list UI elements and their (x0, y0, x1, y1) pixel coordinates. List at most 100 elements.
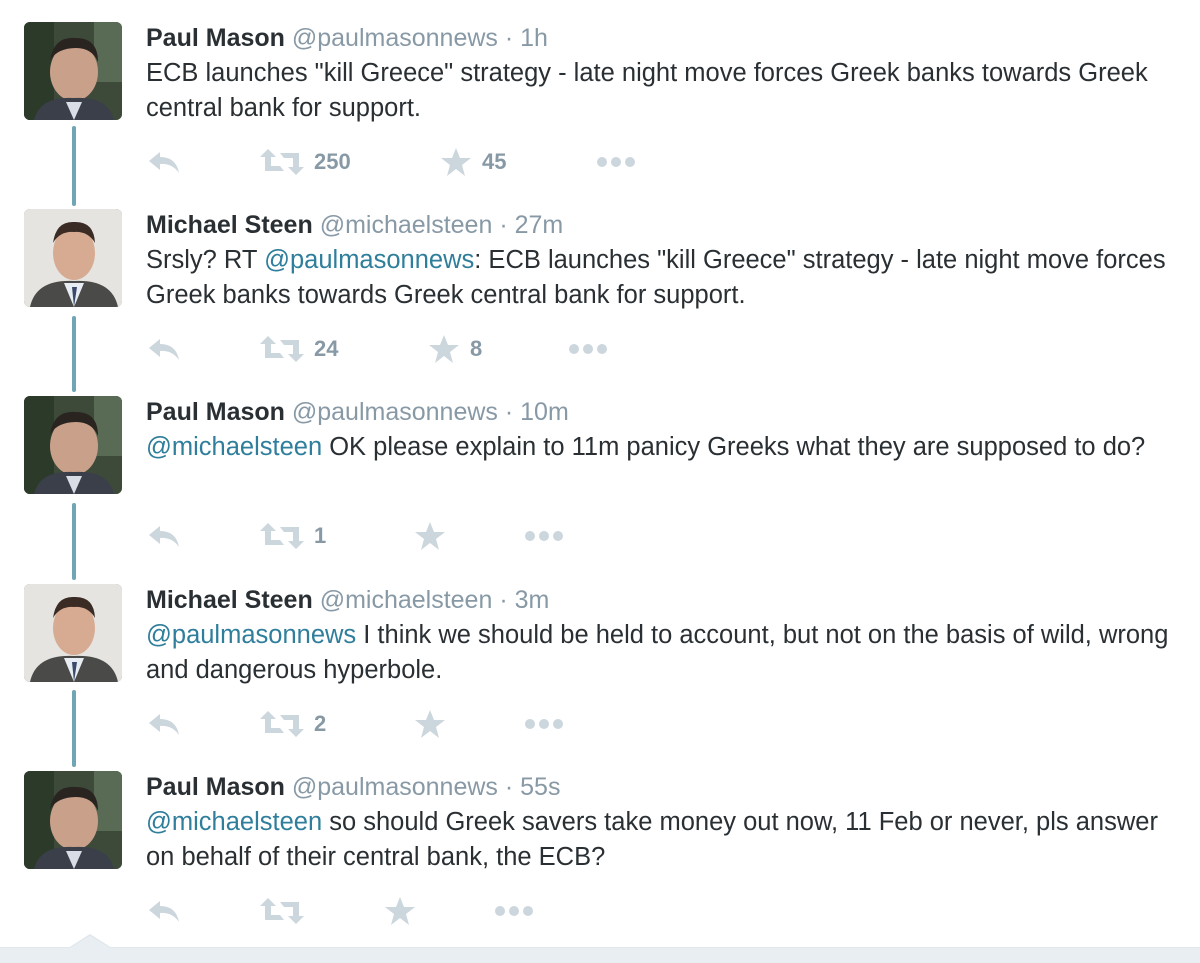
tweet-header: Michael Steen @michaelsteen · 27m (146, 209, 563, 241)
more-button[interactable] (524, 516, 564, 556)
tweet-actions: 24 8 (146, 329, 706, 369)
mention-link[interactable]: @paulmasonnews (146, 621, 356, 649)
reply-icon (146, 522, 182, 550)
star-icon (414, 521, 446, 551)
retweet-icon (260, 896, 304, 926)
author-handle[interactable]: @michaelsteen (320, 211, 493, 239)
separator-dot: · (504, 24, 514, 52)
timestamp[interactable]: 27m (515, 211, 564, 239)
author-handle[interactable]: @paulmasonnews (292, 24, 498, 52)
thread-connector-line (72, 503, 76, 580)
timestamp[interactable]: 1h (520, 24, 548, 52)
avatar[interactable] (24, 209, 122, 307)
tweet-prefix: Srsly? RT (146, 246, 265, 274)
avatar[interactable] (24, 396, 122, 494)
more-dots-icon (524, 718, 564, 730)
tweet-header: Paul Mason @paulmasonnews · 55s (146, 771, 560, 803)
more-button[interactable] (494, 891, 534, 931)
author-name[interactable]: Paul Mason (146, 773, 285, 801)
star-icon (414, 709, 446, 739)
favorite-count: 45 (482, 149, 507, 174)
favorite-button[interactable]: 8 (428, 329, 482, 369)
favorite-button[interactable] (384, 891, 416, 931)
more-dots-icon (568, 343, 608, 355)
retweet-count: 1 (314, 523, 327, 548)
tweet-body: ECB launches "kill Greece" strategy - la… (146, 59, 1148, 122)
retweet-button[interactable] (260, 891, 304, 931)
favorite-button[interactable]: 45 (440, 142, 506, 182)
author-name[interactable]: Michael Steen (146, 211, 313, 239)
tweet-text: @michaelsteen so should Greek savers tak… (146, 805, 1176, 875)
tweet-text: Srsly? RT @paulmasonnews: ECB launches "… (146, 243, 1176, 313)
more-button[interactable] (596, 142, 636, 182)
reply-icon (146, 897, 182, 925)
mention-link[interactable]: @michaelsteen (146, 433, 322, 461)
separator-dot: · (499, 211, 508, 239)
retweet-count: 24 (314, 336, 339, 361)
retweet-button[interactable]: 24 (260, 329, 338, 369)
reply-icon (146, 148, 182, 176)
retweet-button[interactable]: 250 (260, 142, 351, 182)
reply-button[interactable] (146, 142, 182, 182)
favorite-button[interactable] (414, 516, 446, 556)
retweet-icon (260, 709, 304, 739)
thread-connector-line (72, 690, 76, 767)
tweet-header: Michael Steen @michaelsteen · 3m (146, 584, 549, 616)
author-handle[interactable]: @paulmasonnews (292, 773, 498, 801)
thread-connector-line (72, 126, 76, 206)
more-dots-icon (524, 530, 564, 542)
retweet-button[interactable]: 2 (260, 704, 326, 744)
reply-icon (146, 710, 182, 738)
tweet-actions: 1 (146, 516, 706, 556)
mention-link[interactable]: @michaelsteen (146, 808, 322, 836)
more-dots-icon (494, 905, 534, 917)
author-handle[interactable]: @michaelsteen (320, 586, 493, 614)
separator-dot: · (499, 586, 508, 614)
caret-pointer-fill (70, 936, 110, 948)
favorite-count: 8 (470, 336, 483, 361)
more-button[interactable] (568, 329, 608, 369)
separator-dot: · (504, 398, 514, 426)
reply-button[interactable] (146, 516, 182, 556)
more-button[interactable] (524, 704, 564, 744)
reply-icon (146, 335, 182, 363)
separator-dot: · (504, 773, 514, 801)
tweet-actions: 2 (146, 704, 706, 744)
tweet-body: OK please explain to 11m panicy Greeks w… (322, 433, 1146, 461)
mention-link[interactable]: @paulmasonnews (264, 246, 474, 274)
reply-box-divider (0, 947, 1200, 963)
avatar[interactable] (24, 584, 122, 682)
avatar[interactable] (24, 771, 122, 869)
thread-connector-line (72, 316, 76, 392)
tweet-text: @michaelsteen OK please explain to 11m p… (146, 430, 1176, 465)
star-icon (440, 147, 472, 177)
tweet-actions: 250 45 (146, 142, 706, 182)
star-icon (428, 334, 460, 364)
retweet-icon (260, 521, 304, 551)
timestamp[interactable]: 55s (520, 773, 560, 801)
conversation-thread: Paul Mason @paulmasonnews · 1h ECB launc… (0, 0, 1200, 963)
timestamp[interactable]: 10m (520, 398, 569, 426)
more-dots-icon (596, 156, 636, 168)
reply-button[interactable] (146, 329, 182, 369)
avatar[interactable] (24, 22, 122, 120)
reply-button[interactable] (146, 704, 182, 744)
reply-button[interactable] (146, 891, 182, 931)
author-name[interactable]: Michael Steen (146, 586, 313, 614)
author-name[interactable]: Paul Mason (146, 398, 285, 426)
tweet-header: Paul Mason @paulmasonnews · 1h (146, 22, 548, 54)
author-name[interactable]: Paul Mason (146, 24, 285, 52)
retweet-icon (260, 334, 304, 364)
timestamp[interactable]: 3m (515, 586, 550, 614)
tweet-text: ECB launches "kill Greece" strategy - la… (146, 56, 1176, 126)
tweet-text: @paulmasonnews I think we should be held… (146, 618, 1176, 688)
star-icon (384, 896, 416, 926)
author-handle[interactable]: @paulmasonnews (292, 398, 498, 426)
retweet-button[interactable]: 1 (260, 516, 326, 556)
retweet-icon (260, 147, 304, 177)
retweet-count: 2 (314, 711, 327, 736)
favorite-button[interactable] (414, 704, 446, 744)
tweet-actions (146, 891, 706, 931)
retweet-count: 250 (314, 149, 351, 174)
tweet-header: Paul Mason @paulmasonnews · 10m (146, 396, 569, 428)
